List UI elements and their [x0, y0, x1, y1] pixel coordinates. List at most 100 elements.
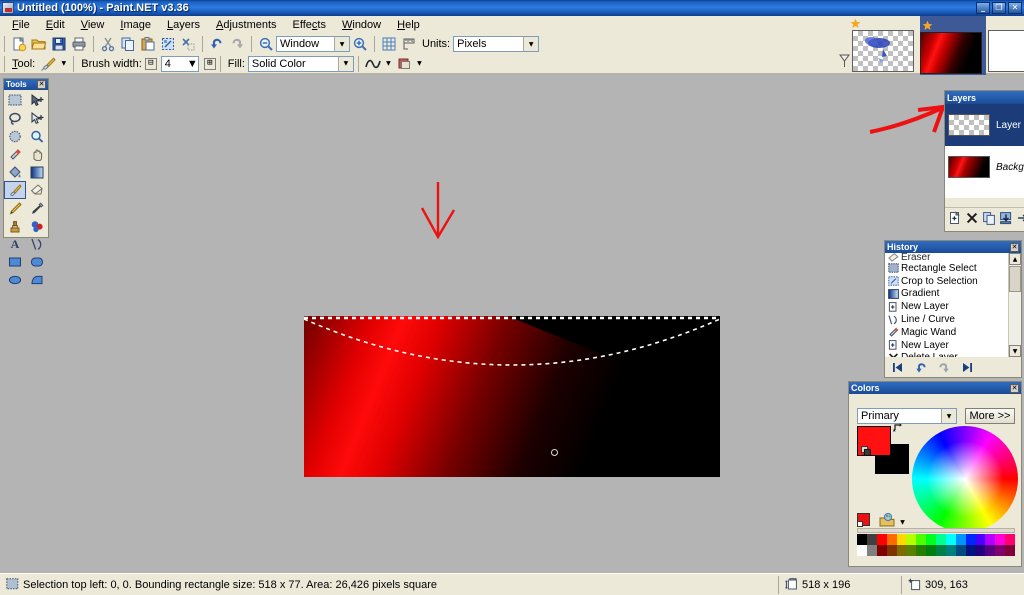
- palette-swatch[interactable]: [926, 545, 936, 556]
- ellipse-select-tool[interactable]: [4, 127, 26, 145]
- eraser-tool[interactable]: [26, 181, 48, 199]
- menu-image[interactable]: Image: [112, 17, 159, 33]
- rulers-icon[interactable]: [399, 35, 419, 53]
- menu-view[interactable]: View: [73, 17, 113, 33]
- palette-swatch[interactable]: [945, 534, 956, 545]
- brush-width-decrease-button[interactable]: ⊟: [144, 57, 157, 70]
- canvas-image-content[interactable]: [304, 316, 720, 477]
- history-rewind-button[interactable]: [890, 359, 906, 375]
- menu-adjustments[interactable]: Adjustments: [208, 17, 285, 33]
- minimize-button[interactable]: _: [976, 2, 990, 14]
- color-palette[interactable]: [857, 534, 1015, 556]
- color-picker-tool[interactable]: [26, 199, 48, 217]
- menu-edit[interactable]: Edit: [38, 17, 73, 33]
- cut-icon[interactable]: [98, 35, 118, 53]
- merge-layer-down-button[interactable]: [998, 210, 1013, 226]
- save-icon[interactable]: [49, 35, 69, 53]
- palette-swatch[interactable]: [975, 534, 986, 545]
- delete-layer-button[interactable]: [965, 210, 980, 226]
- pan-tool[interactable]: [26, 145, 48, 163]
- undo-icon[interactable]: [207, 35, 227, 53]
- rectangle-shape-tool[interactable]: [4, 253, 26, 271]
- history-item-eraser[interactable]: Eraser: [885, 253, 1021, 262]
- close-icon[interactable]: ✕: [37, 80, 46, 89]
- brush-width-input[interactable]: 4 ▼: [160, 55, 199, 72]
- palette-swatch[interactable]: [955, 545, 966, 556]
- chevron-down-icon[interactable]: ▼: [334, 37, 349, 51]
- menu-effects[interactable]: Effects: [285, 17, 334, 33]
- deselect-icon[interactable]: [178, 35, 198, 53]
- image-thumbnail-1[interactable]: [852, 30, 914, 72]
- palette-swatch[interactable]: [955, 534, 966, 545]
- blend-mode-icon[interactable]: [394, 55, 414, 73]
- palette-swatch[interactable]: [886, 534, 897, 545]
- palette-swatch[interactable]: [886, 545, 897, 556]
- chevron-down-icon[interactable]: ▼: [523, 37, 539, 51]
- palette-swatch[interactable]: [876, 545, 887, 556]
- palette-swatch[interactable]: [866, 545, 877, 556]
- rectangle-select-tool[interactable]: [4, 91, 26, 109]
- gradient-tool[interactable]: [26, 163, 48, 181]
- close-icon[interactable]: ✕: [1010, 383, 1019, 393]
- palette-swatch[interactable]: [945, 545, 956, 556]
- history-undo-button[interactable]: [913, 359, 929, 375]
- zoom-in-icon[interactable]: [350, 35, 370, 53]
- palette-swatch[interactable]: [857, 534, 867, 545]
- clone-stamp-tool[interactable]: [4, 217, 26, 235]
- redo-icon[interactable]: [227, 35, 247, 53]
- palette-swatch[interactable]: [1005, 545, 1015, 556]
- chevron-down-icon[interactable]: ▼: [187, 58, 198, 70]
- history-item-crop-to-selection[interactable]: Crop to Selection: [885, 275, 1021, 288]
- duplicate-layer-button[interactable]: [982, 210, 997, 226]
- layers-list[interactable]: Layer 3 Background: [945, 104, 1024, 198]
- image-canvas[interactable]: [304, 316, 720, 477]
- copy-icon[interactable]: [118, 35, 138, 53]
- open-icon[interactable]: [29, 35, 49, 53]
- tool-dropdown-arrow-icon[interactable]: ▼: [58, 56, 69, 72]
- history-fastforward-button[interactable]: [959, 359, 975, 375]
- fill-combo[interactable]: Solid Color ▼: [247, 55, 354, 72]
- image-thumbnail-3[interactable]: [988, 30, 1024, 72]
- brush-width-increase-button[interactable]: ⊞: [203, 57, 216, 70]
- palette-swatch[interactable]: [876, 534, 887, 545]
- history-item-new-layer-2[interactable]: New Layer: [885, 339, 1021, 352]
- rounded-rectangle-tool[interactable]: [26, 253, 48, 271]
- zoom-tool[interactable]: [26, 127, 48, 145]
- print-icon[interactable]: [69, 35, 89, 53]
- palette-swatch[interactable]: [906, 534, 917, 545]
- history-item-line-curve[interactable]: Line / Curve: [885, 313, 1021, 326]
- palette-swatch[interactable]: [936, 534, 946, 545]
- palette-swatch[interactable]: [985, 545, 996, 556]
- curve-dropdown-arrow-icon[interactable]: ▼: [383, 56, 394, 72]
- blend-mode-dropdown-arrow-icon[interactable]: ▼: [414, 56, 425, 72]
- menu-file[interactable]: FFileile: [4, 17, 38, 33]
- history-redo-button[interactable]: [936, 359, 952, 375]
- freeform-shape-tool[interactable]: [26, 271, 48, 289]
- paintbrush-tool[interactable]: [4, 181, 26, 199]
- ellipse-shape-tool[interactable]: [4, 271, 26, 289]
- magic-wand-tool[interactable]: [4, 145, 26, 163]
- paintbrush-icon[interactable]: [38, 55, 58, 73]
- grid-icon[interactable]: [379, 35, 399, 53]
- line-curve-tool[interactable]: [26, 235, 48, 253]
- units-combo[interactable]: Pixels ▼: [453, 36, 540, 52]
- paint-bucket-tool[interactable]: [4, 163, 26, 181]
- lasso-select-tool[interactable]: [4, 109, 26, 127]
- palette-swatch[interactable]: [965, 545, 976, 556]
- palette-row-dark[interactable]: [857, 545, 1015, 556]
- close-icon[interactable]: ✕: [1010, 242, 1019, 252]
- restore-button[interactable]: ❐: [992, 2, 1006, 14]
- palette-swatch[interactable]: [866, 534, 877, 545]
- palette-swatch[interactable]: [995, 545, 1006, 556]
- history-item-gradient[interactable]: Gradient: [885, 288, 1021, 301]
- layer-row-background[interactable]: Background: [945, 146, 1024, 188]
- swap-colors-icon[interactable]: [893, 422, 905, 437]
- palette-swatch[interactable]: [975, 545, 986, 556]
- palette-swatch[interactable]: [926, 534, 936, 545]
- palette-swatch[interactable]: [916, 545, 927, 556]
- menu-help[interactable]: Help: [389, 17, 428, 33]
- layer-row-layer-3[interactable]: Layer 3: [945, 104, 1024, 146]
- scrollbar-thumb[interactable]: [1009, 266, 1021, 292]
- move-selection-tool[interactable]: [26, 109, 48, 127]
- zoom-level-combo[interactable]: Window ▼: [276, 36, 350, 52]
